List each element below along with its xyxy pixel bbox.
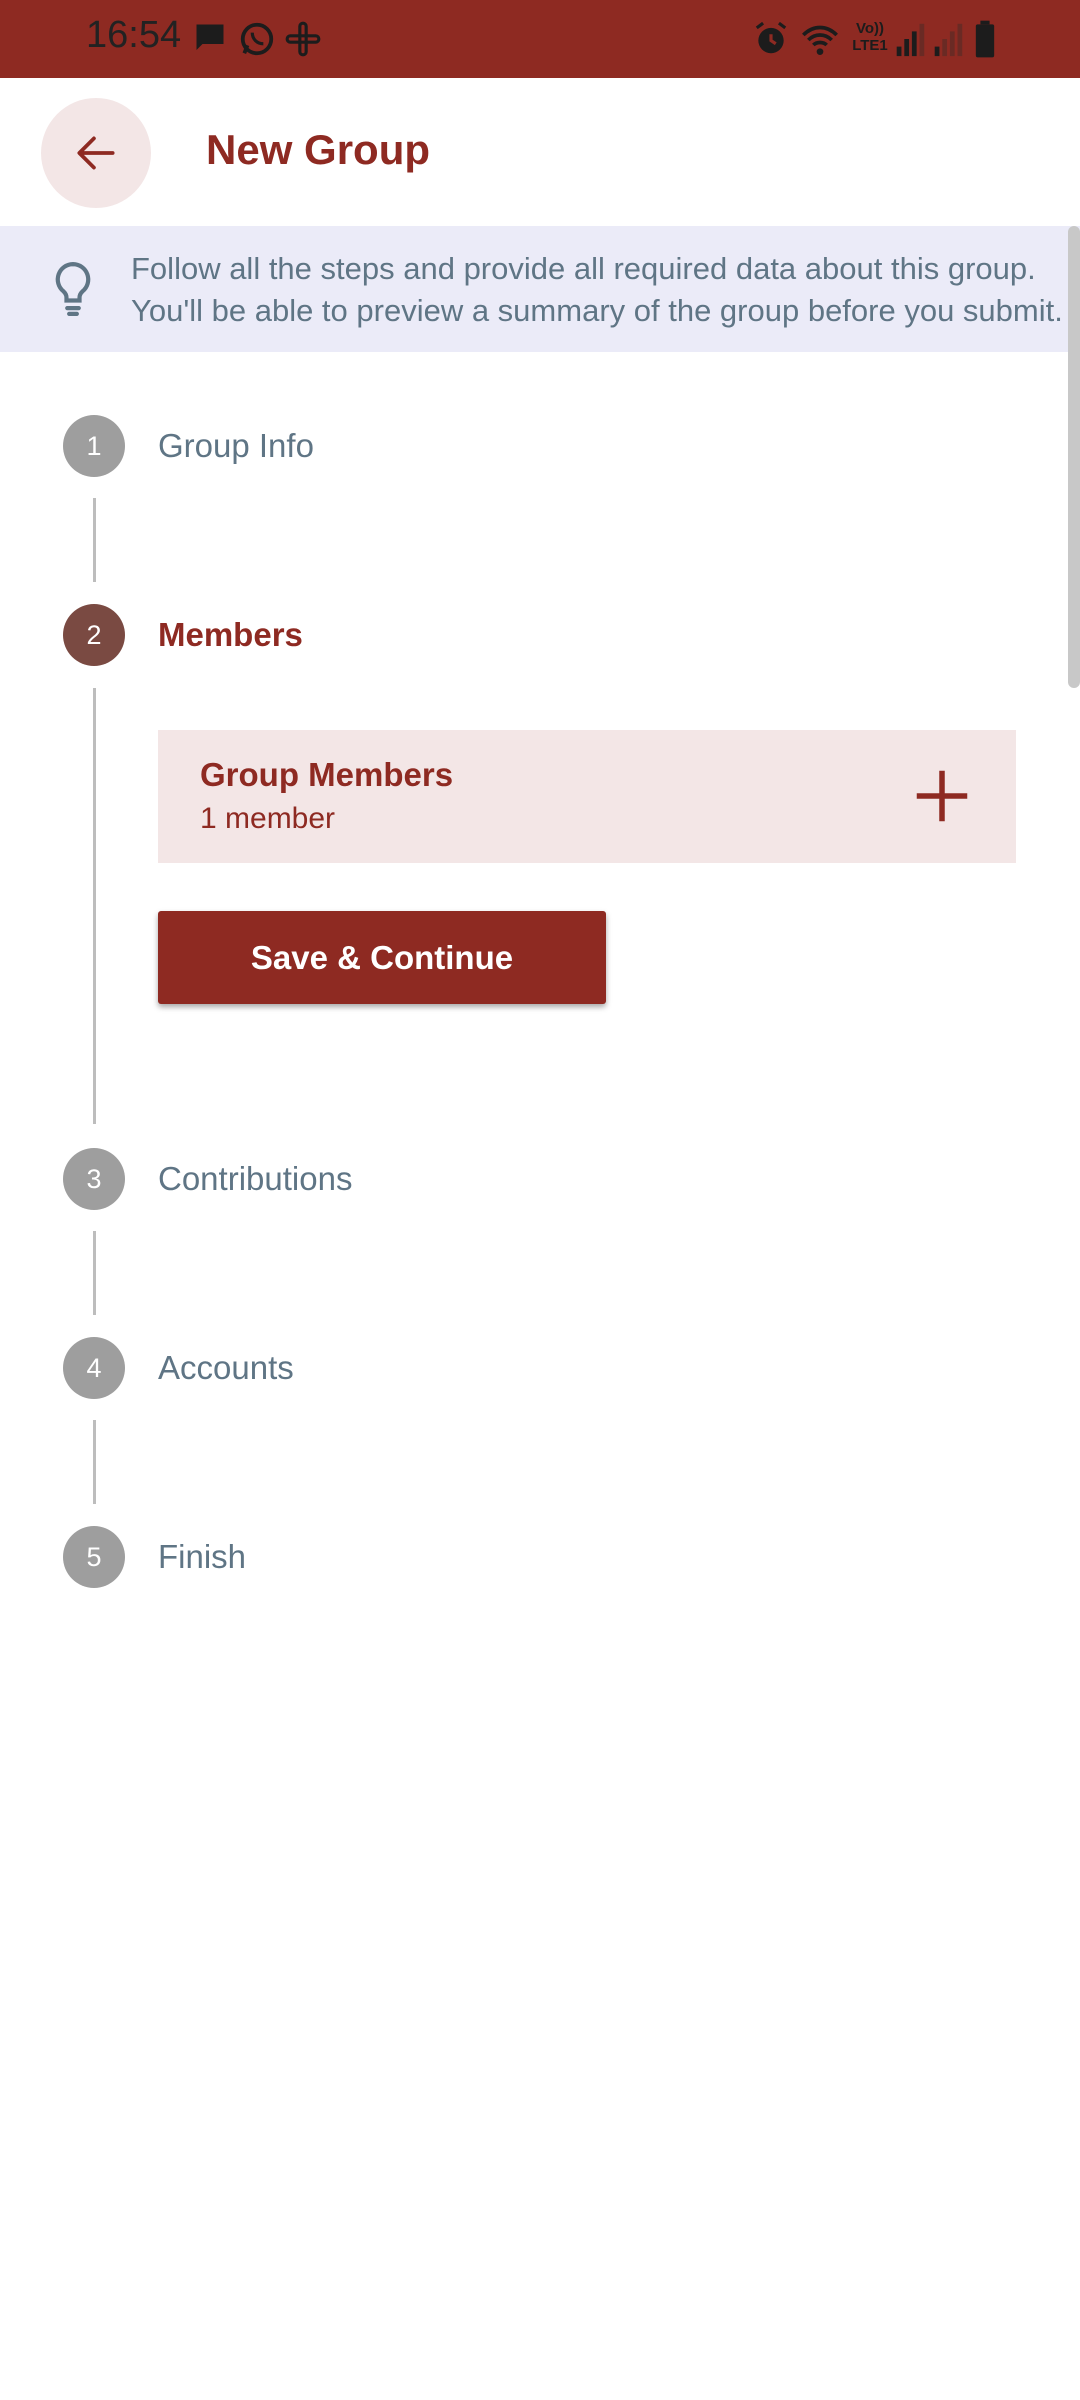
- plus-icon[interactable]: [912, 766, 972, 826]
- info-text-line1: Follow all the steps and provide all req…: [131, 251, 1036, 286]
- signal-icon: [896, 23, 925, 57]
- battery-icon: [975, 20, 995, 58]
- step-2-number[interactable]: 2: [63, 604, 125, 666]
- step-connector: [93, 688, 96, 1124]
- step-2-label[interactable]: Members: [158, 604, 303, 666]
- whatsapp-icon: [240, 22, 274, 56]
- wifi-icon: [802, 25, 838, 55]
- info-banner: Follow all the steps and provide all req…: [0, 226, 1080, 352]
- group-members-title: Group Members: [200, 756, 454, 793]
- info-text-line2: You'll be able to preview a summary of t…: [131, 293, 1063, 328]
- group-members-count: 1 member: [200, 802, 336, 835]
- signal-weak-icon: [934, 23, 963, 57]
- step-connector: [93, 498, 96, 582]
- status-bar: 16:54 Vo)) LTE1: [0, 0, 1080, 78]
- step-3-label[interactable]: Contributions: [158, 1148, 352, 1210]
- slack-icon: [285, 21, 321, 57]
- back-button[interactable]: [41, 98, 151, 208]
- info-text: Follow all the steps and provide all req…: [131, 248, 1063, 332]
- step-5-number[interactable]: 5: [63, 1526, 125, 1588]
- message-icon: [196, 24, 224, 50]
- group-members-card[interactable]: Group Members 1 member: [158, 730, 1016, 863]
- step-1-label[interactable]: Group Info: [158, 415, 314, 477]
- app-bar: New Group: [0, 78, 1080, 226]
- status-time: 16:54: [86, 14, 182, 56]
- step-1-number[interactable]: 1: [63, 415, 125, 477]
- page-title: New Group: [206, 126, 431, 173]
- step-connector: [93, 1420, 96, 1504]
- save-continue-button[interactable]: Save & Continue: [158, 911, 606, 1004]
- step-4-label[interactable]: Accounts: [158, 1337, 294, 1399]
- volte-icon: Vo)) LTE1: [852, 20, 888, 54]
- step-connector: [93, 1231, 96, 1315]
- scrollbar-thumb[interactable]: [1068, 226, 1080, 688]
- alarm-icon: [755, 21, 787, 54]
- step-4-number[interactable]: 4: [63, 1337, 125, 1399]
- step-3-number[interactable]: 3: [63, 1148, 125, 1210]
- step-5-label[interactable]: Finish: [158, 1526, 246, 1588]
- lightbulb-icon: [55, 261, 91, 317]
- arrow-left-icon: [77, 136, 115, 170]
